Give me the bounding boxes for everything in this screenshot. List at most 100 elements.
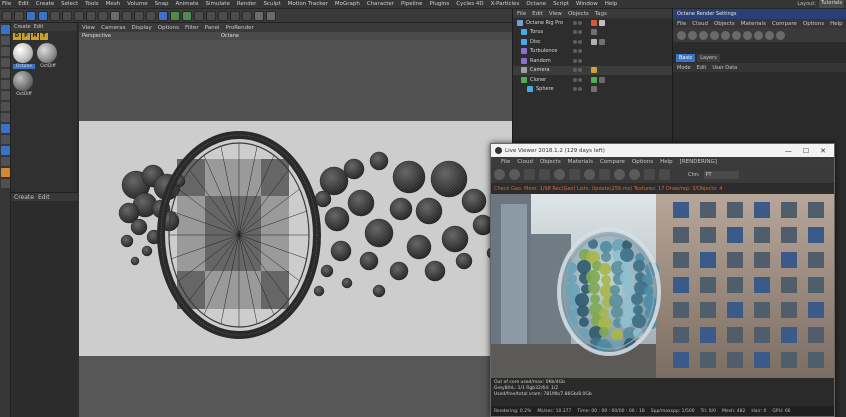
viewport-canvas[interactable] [79, 121, 512, 356]
material-swatch[interactable]: OctDiff [37, 43, 59, 69]
main-menu-item[interactable]: File [2, 1, 11, 7]
settings-icon[interactable] [721, 30, 730, 40]
workplane-icon[interactable] [1, 58, 10, 67]
main-menu-item[interactable]: Pipeline [401, 1, 423, 7]
visibility-toggles[interactable] [573, 77, 582, 82]
main-menu-item[interactable]: Motion Tracker [288, 1, 328, 7]
tab-layers[interactable]: Layers [697, 54, 720, 62]
editor-visibility-dot[interactable] [573, 39, 577, 44]
viewport-menu-panel[interactable]: Panel [205, 25, 220, 31]
ors-menu-objects[interactable]: Objects [714, 21, 735, 27]
subdivision-surface-icon[interactable] [182, 10, 192, 21]
material-swatch[interactable]: Octane [13, 43, 35, 69]
render-settings-icon[interactable] [146, 10, 156, 21]
object-row[interactable]: Random [513, 56, 672, 66]
render-view-icon[interactable] [122, 10, 132, 21]
focus-icon[interactable] [614, 169, 625, 180]
layout-dropdown[interactable]: Tutorials [819, 0, 844, 8]
lv-menu-materials[interactable]: Materials [568, 159, 593, 165]
clay-mode-icon[interactable] [743, 30, 752, 40]
cube-icon[interactable] [158, 10, 168, 21]
material-pick-icon[interactable] [776, 30, 785, 40]
tag-icon[interactable] [599, 19, 605, 26]
tag-icon[interactable] [591, 67, 597, 74]
ors-menu-compare[interactable]: Compare [772, 21, 797, 27]
viewport-menu-options[interactable]: Options [158, 25, 179, 31]
render-output[interactable] [491, 194, 834, 378]
solo-icon[interactable] [1, 146, 10, 155]
object-row[interactable]: Torus [513, 28, 672, 38]
ors-menu-cloud[interactable]: Cloud [692, 21, 708, 27]
region-icon[interactable] [599, 169, 610, 180]
tag-icon[interactable] [591, 86, 597, 93]
attr-menu-mode[interactable]: Mode [677, 65, 691, 71]
material-tab-t[interactable]: T [40, 32, 48, 40]
spline-pen-icon[interactable] [170, 10, 180, 21]
region-render-icon[interactable] [754, 30, 763, 40]
main-menu-item[interactable]: Sculpt [263, 1, 280, 7]
visibility-toggles[interactable] [573, 58, 582, 63]
main-menu-item[interactable]: Edit [18, 1, 29, 7]
send-scene-icon[interactable] [677, 30, 686, 40]
x-axis-icon[interactable] [74, 10, 84, 21]
lv-menu-compare[interactable]: Compare [600, 159, 625, 165]
material-tab-d[interactable]: D [13, 32, 21, 40]
render-picture-viewer-icon[interactable] [134, 10, 144, 21]
minimize-button[interactable]: — [785, 147, 792, 155]
cycles-icon[interactable] [1, 168, 10, 177]
viewport-solo-icon[interactable] [1, 157, 10, 166]
undo-icon[interactable] [2, 10, 12, 21]
main-menu-item[interactable]: Cycles 4D [456, 1, 483, 7]
attr-menu-user-data[interactable]: User Data [712, 65, 737, 71]
white-balance-icon[interactable] [659, 169, 670, 180]
viewport-menu-prorender[interactable]: ProRender [226, 25, 254, 31]
object-row[interactable]: Disc [513, 37, 672, 47]
live-viewer-titlebar[interactable]: Live Viewer 2018.1.2 (129 days left) — ☐… [491, 144, 834, 157]
close-button[interactable]: ✕ [820, 147, 826, 155]
om-menu-view[interactable]: View [549, 11, 562, 17]
main-menu-item[interactable]: Help [605, 1, 618, 7]
octane-settings-icon[interactable] [266, 10, 276, 21]
material-pick-icon[interactable] [629, 169, 640, 180]
tag-icon[interactable] [591, 29, 597, 36]
render-visibility-dot[interactable] [578, 77, 582, 82]
main-menu-item[interactable]: Tools [85, 1, 99, 7]
viewport-menu-filter[interactable]: Filter [185, 25, 199, 31]
material-tab-p[interactable]: P [22, 32, 30, 40]
lv-menu-options[interactable]: Options [632, 159, 653, 165]
render-visibility-dot[interactable] [578, 39, 582, 44]
left-lower-menu-create[interactable]: Create [14, 194, 34, 201]
lock-workplane-icon[interactable] [1, 135, 10, 144]
visibility-toggles[interactable] [573, 20, 582, 25]
tag-icon[interactable] [599, 76, 605, 83]
editor-visibility-dot[interactable] [573, 58, 577, 63]
material-swatch[interactable]: OctDiff [11, 69, 77, 97]
editor-visibility-dot[interactable] [573, 77, 577, 82]
editor-visibility-dot[interactable] [573, 68, 577, 73]
lv-menu-help[interactable]: Help [660, 159, 673, 165]
object-row[interactable]: Cloner [513, 75, 672, 85]
xparticles-icon[interactable] [1, 179, 10, 188]
main-menu-item[interactable]: Volume [127, 1, 147, 7]
polygons-mode-icon[interactable] [1, 91, 10, 100]
live-selection-icon[interactable] [26, 10, 36, 21]
attr-menu-edit[interactable]: Edit [697, 65, 707, 71]
tab-basic[interactable]: Basic [676, 54, 696, 62]
camera-icon[interactable] [230, 10, 240, 21]
ors-menu-materials[interactable]: Materials [741, 21, 766, 27]
om-menu-edit[interactable]: Edit [532, 11, 543, 17]
restart-render-icon[interactable] [688, 30, 697, 40]
points-mode-icon[interactable] [1, 69, 10, 78]
maximize-button[interactable]: ☐ [803, 147, 809, 155]
main-menu-item[interactable]: Mesh [106, 1, 120, 7]
make-editable-icon[interactable] [1, 25, 10, 34]
om-menu-file[interactable]: File [517, 11, 526, 17]
focus-pick-icon[interactable] [765, 30, 774, 40]
clay-icon[interactable] [584, 169, 595, 180]
main-menu-item[interactable]: Character [367, 1, 394, 7]
coordinate-system-icon[interactable] [110, 10, 120, 21]
stop-render-icon[interactable] [710, 30, 719, 40]
edges-mode-icon[interactable] [1, 80, 10, 89]
render-visibility-dot[interactable] [578, 87, 582, 92]
main-menu-item[interactable]: Render [237, 1, 257, 7]
